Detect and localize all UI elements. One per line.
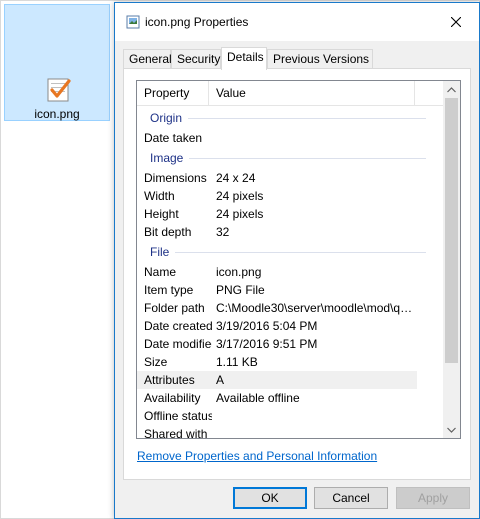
- list-item[interactable]: Dimensions 24 x 24: [137, 169, 444, 187]
- property-name: Date created: [144, 319, 212, 333]
- list-item[interactable]: Date modified 3/17/2016 9:51 PM: [137, 335, 444, 353]
- apply-button[interactable]: Apply: [396, 487, 470, 509]
- list-item[interactable]: Date created 3/19/2016 5:04 PM: [137, 317, 444, 335]
- scrollbar-thumb[interactable]: [445, 98, 458, 363]
- property-value: icon.png: [216, 265, 262, 279]
- list-item-selected[interactable]: Attributes A: [137, 371, 417, 389]
- property-value: C:\Moodle30\server\moodle\mod\quiz...: [216, 301, 416, 315]
- png-image-icon: [47, 78, 71, 102]
- property-name: Item type: [144, 283, 194, 297]
- cancel-button[interactable]: Cancel: [314, 487, 388, 509]
- property-name: Attributes: [144, 373, 195, 387]
- tab-details[interactable]: Details: [221, 47, 267, 70]
- list-item[interactable]: Shared with: [137, 425, 444, 439]
- property-value: 3/17/2016 9:51 PM: [216, 337, 318, 351]
- list-item[interactable]: Offline status: [137, 407, 444, 425]
- property-value: Available offline: [216, 391, 300, 405]
- remove-properties-link[interactable]: Remove Properties and Personal Informati…: [137, 449, 377, 463]
- chevron-down-icon: [447, 427, 456, 433]
- property-rows: Origin Date taken Image Dimensions 24 x …: [137, 107, 444, 439]
- tab-general[interactable]: General: [123, 49, 172, 69]
- details-list[interactable]: Property Value Origin Date taken Image D…: [136, 80, 461, 439]
- properties-dialog: icon.png Properties General Security Det…: [114, 2, 480, 519]
- group-heading: Origin: [150, 107, 189, 129]
- list-item[interactable]: Availability Available offline: [137, 389, 444, 407]
- property-value: 32: [216, 225, 230, 239]
- property-value: 1.11 KB: [216, 355, 258, 369]
- group-file: File: [137, 241, 444, 263]
- column-header-value[interactable]: Value: [209, 81, 415, 106]
- desktop-file-label: icon.png: [34, 107, 80, 121]
- scroll-up-button[interactable]: [443, 81, 460, 98]
- list-item[interactable]: Date taken: [137, 129, 444, 147]
- property-value: 3/19/2016 5:04 PM: [216, 319, 318, 333]
- property-name: Availability: [144, 391, 201, 405]
- property-value: 24 pixels: [216, 189, 264, 203]
- dialog-title: icon.png Properties: [145, 15, 249, 29]
- close-button[interactable]: [433, 3, 479, 41]
- list-item[interactable]: Bit depth 32: [137, 223, 444, 241]
- close-icon: [451, 17, 461, 27]
- property-name: Date modified: [144, 337, 212, 351]
- property-name: Size: [144, 355, 168, 369]
- group-heading: Image: [150, 147, 190, 169]
- list-item[interactable]: Height 24 pixels: [137, 205, 444, 223]
- chevron-up-icon: [447, 86, 456, 92]
- property-name: Shared with: [144, 427, 208, 439]
- tab-security[interactable]: Security: [171, 49, 221, 69]
- property-name: Bit depth: [144, 225, 192, 239]
- group-divider: [150, 118, 426, 119]
- list-item[interactable]: Item type PNG File: [137, 281, 444, 299]
- tab-previous-versions[interactable]: Previous Versions: [267, 49, 373, 69]
- desktop-file-icon-png[interactable]: icon.png: [4, 4, 110, 121]
- image-file-icon: [126, 15, 140, 29]
- property-name: Width: [144, 189, 175, 203]
- list-item[interactable]: Name icon.png: [137, 263, 444, 281]
- list-item[interactable]: Folder path C:\Moodle30\server\moodle\mo…: [137, 299, 444, 317]
- group-divider: [150, 158, 426, 159]
- details-panel: Property Value Origin Date taken Image D…: [123, 68, 471, 480]
- title-bar[interactable]: icon.png Properties: [115, 3, 479, 41]
- list-header: Property Value: [137, 81, 444, 106]
- property-value: PNG File: [216, 283, 265, 297]
- group-heading: File: [150, 241, 176, 263]
- list-item[interactable]: Size 1.11 KB: [137, 353, 444, 371]
- property-value: 24 pixels: [216, 207, 264, 221]
- property-name: Offline status: [144, 409, 212, 423]
- property-name: Height: [144, 207, 179, 221]
- list-item[interactable]: Width 24 pixels: [137, 187, 444, 205]
- group-divider: [150, 252, 426, 253]
- group-origin: Origin: [137, 107, 444, 129]
- property-name: Date taken: [144, 131, 203, 145]
- property-name: Dimensions: [144, 171, 207, 185]
- group-image: Image: [137, 147, 444, 169]
- property-name: Name: [144, 265, 177, 279]
- property-name: Folder path: [144, 301, 205, 315]
- vertical-scrollbar[interactable]: [443, 81, 460, 438]
- scroll-down-button[interactable]: [443, 421, 460, 438]
- property-value: A: [216, 373, 225, 387]
- column-header-property[interactable]: Property: [137, 81, 209, 106]
- desktop: icon.png icon.png Properties General Sec…: [0, 0, 480, 519]
- property-value: 24 x 24: [216, 171, 256, 185]
- ok-button[interactable]: OK: [233, 487, 307, 509]
